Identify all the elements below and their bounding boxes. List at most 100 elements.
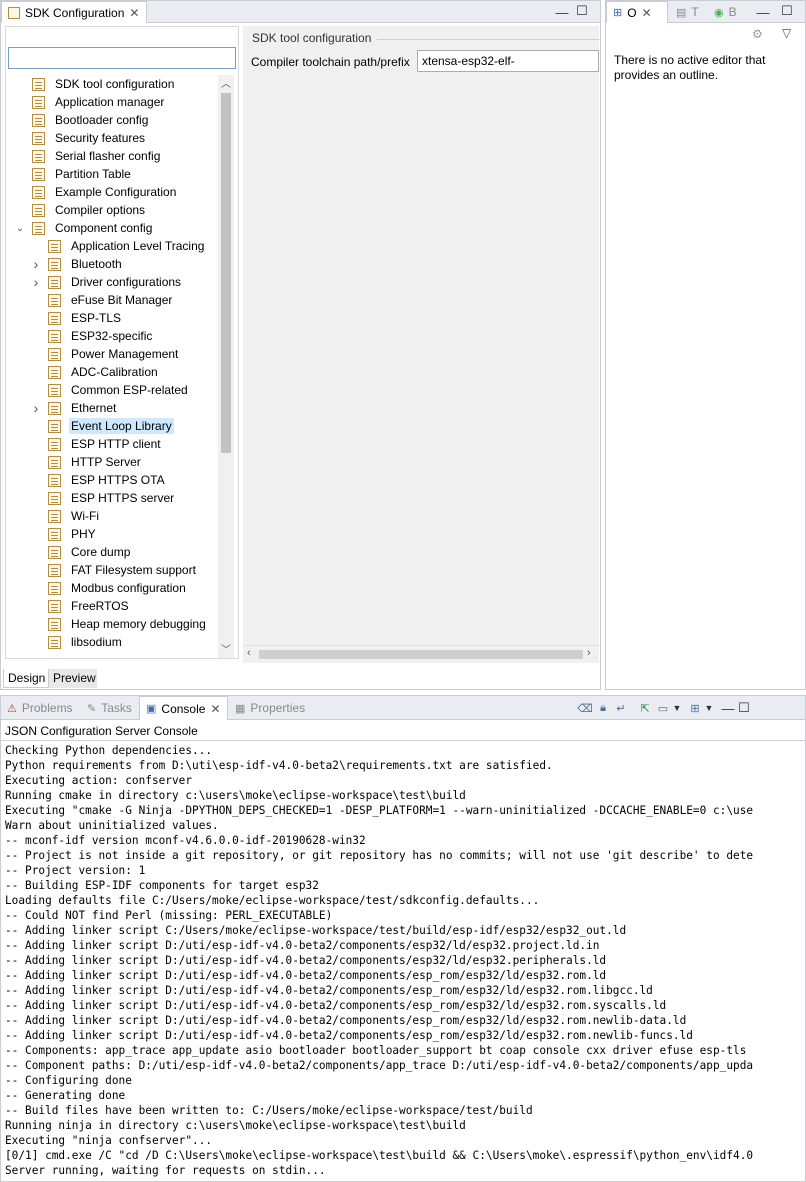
tab-outline[interactable]: ⊞ O ✕ (606, 1, 668, 23)
maximize-icon[interactable]: ☐ (575, 3, 589, 18)
tree-item[interactable]: Example Configuration (14, 183, 178, 201)
tree-item[interactable]: ESP HTTP client (30, 435, 163, 453)
tree-item[interactable]: ESP HTTPS OTA (30, 471, 167, 489)
display-console-icon[interactable]: ▭ (655, 700, 671, 716)
scroll-left-icon[interactable]: ‹ (247, 647, 251, 659)
console-line: -- Adding linker script D:/uti/esp-idf-v… (5, 939, 600, 952)
tree-item[interactable]: HTTP Server (30, 453, 143, 471)
tree-item[interactable]: SDK tool configuration (14, 75, 176, 93)
minimize-icon[interactable]: — (555, 5, 569, 20)
search-input[interactable] (8, 47, 236, 69)
tree-item[interactable]: ESP32-specific (30, 327, 154, 345)
tree-item[interactable]: › Bluetooth (30, 255, 124, 273)
config-page-icon (48, 257, 61, 271)
chevron-right-icon[interactable]: › (30, 400, 42, 416)
toolchain-prefix-field[interactable] (417, 50, 599, 72)
scroll-up-icon[interactable]: ︿ (221, 75, 231, 90)
chevron-right-icon[interactable]: › (30, 274, 42, 290)
dropdown-icon[interactable]: ▼ (673, 700, 682, 716)
horizontal-scrollbar[interactable]: ‹ › (243, 645, 599, 662)
tree-item[interactable]: FreeRTOS (30, 597, 131, 615)
tree-item[interactable]: Modbus configuration (30, 579, 188, 597)
tree-item[interactable]: Serial flasher config (14, 147, 162, 165)
tab-build-targets[interactable]: ◉ B (708, 1, 743, 23)
tree-item[interactable]: Common ESP-related (30, 381, 190, 399)
tree-item[interactable]: ESP-TLS (30, 309, 123, 327)
config-tree: SDK tool configuration Application manage… (6, 75, 216, 658)
console-line: -- mconf-idf version mconf-v4.6.0.0-idf-… (5, 834, 366, 847)
tree-item[interactable]: eFuse Bit Manager (30, 291, 174, 309)
tab-console-label: Console (161, 701, 206, 716)
console-line: Python requirements from D:\uti\esp-idf-… (5, 759, 553, 772)
tree-item[interactable]: Security features (14, 129, 147, 147)
close-icon[interactable]: ✕ (210, 702, 220, 716)
tree-item-label: Event Loop Library (69, 418, 174, 434)
console-line: Server running, waiting for requests on … (5, 1164, 326, 1177)
tree-item[interactable]: FAT Filesystem support (30, 561, 198, 579)
scroll-right-icon[interactable]: › (587, 647, 591, 659)
maximize-icon[interactable]: ☐ (737, 700, 751, 715)
tab-task-list[interactable]: ▤ T (670, 1, 705, 23)
filter-icon[interactable]: ⚙ (752, 27, 763, 41)
dropdown-icon[interactable]: ▼ (705, 700, 714, 716)
tree-item[interactable]: Partition Table (14, 165, 133, 183)
tab-sdk-configuration[interactable]: SDK Configuration ✕ (1, 1, 147, 23)
tab-console[interactable]: ▣ Console ✕ (139, 696, 228, 720)
tree-scrollbar[interactable]: ︿ ﹀ (218, 75, 234, 658)
minimize-icon[interactable]: — (756, 5, 770, 20)
config-page-icon (48, 599, 61, 613)
chevron-right-icon[interactable]: › (30, 256, 42, 272)
tree-item[interactable]: PHY (30, 525, 98, 543)
config-page-icon (48, 527, 61, 541)
tree-item-label: Serial flasher config (55, 149, 161, 163)
tab-problems[interactable]: ⚠ Problems (1, 696, 79, 720)
preview-tab[interactable]: Preview (49, 669, 97, 688)
scroll-thumb[interactable] (221, 93, 231, 453)
tree-item-label: ESP HTTPS OTA (71, 473, 165, 487)
tab-tasks[interactable]: ✎ Tasks (81, 696, 138, 720)
maximize-icon[interactable]: ☐ (780, 3, 794, 18)
tab-tasks-label: Tasks (101, 701, 132, 715)
tree-item[interactable]: libsodium (30, 633, 124, 651)
open-console-icon[interactable]: ⊞ (687, 700, 703, 716)
tree-item[interactable]: Application Level Tracing (30, 237, 206, 255)
tree-item[interactable]: Application manager (14, 93, 166, 111)
scroll-down-icon[interactable]: ﹀ (221, 641, 231, 656)
tree-item-label: PHY (71, 527, 96, 541)
word-wrap-icon[interactable]: ↵ (613, 700, 629, 716)
view-menu-icon[interactable]: ▽ (782, 26, 791, 40)
close-icon[interactable]: ✕ (642, 6, 652, 20)
console-output[interactable]: Checking Python dependencies... Python re… (1, 740, 805, 1181)
tree-item[interactable]: Core dump (30, 543, 132, 561)
minimize-icon[interactable]: — (721, 701, 735, 716)
config-page-icon (32, 185, 45, 199)
tab-properties[interactable]: ▦ Properties (229, 696, 311, 720)
tree-item[interactable]: ⌄ Component config (14, 219, 154, 237)
tree-item[interactable]: › Ethernet (30, 399, 118, 417)
hscroll-thumb[interactable] (259, 650, 583, 659)
tree-item[interactable]: Bootloader config (14, 111, 150, 129)
console-line: -- Adding linker script D:/uti/esp-idf-v… (5, 1029, 693, 1042)
close-icon[interactable]: ✕ (129, 6, 139, 20)
chevron-down-icon[interactable]: ⌄ (14, 223, 26, 234)
pin-console-icon[interactable]: ⇱ (637, 700, 653, 716)
tree-item-label: Partition Table (55, 167, 131, 181)
tree-item[interactable]: ESP HTTPS server (30, 489, 176, 507)
scroll-lock-icon[interactable]: 🔒︎ (595, 700, 611, 716)
tree-item[interactable]: Event Loop Library (30, 417, 174, 435)
tree-item[interactable]: Power Management (30, 345, 180, 363)
tree-item[interactable]: Heap memory debugging (30, 615, 208, 633)
clear-console-icon[interactable]: ⌫ (577, 700, 593, 716)
tree-item[interactable]: Wi-Fi (30, 507, 101, 525)
config-page-icon (32, 131, 45, 145)
config-page-icon (48, 383, 61, 397)
tree-item[interactable]: ADC-Calibration (30, 363, 160, 381)
properties-icon: ▦ (235, 702, 246, 715)
design-tab[interactable]: Design (3, 669, 49, 688)
config-page-icon (48, 401, 61, 415)
tree-item-label: Core dump (71, 545, 131, 559)
tree-item-label: ESP-TLS (71, 311, 122, 325)
tree-item[interactable]: Compiler options (14, 201, 147, 219)
tree-item[interactable]: › Driver configurations (30, 273, 183, 291)
console-line: -- Configuring done (5, 1074, 132, 1087)
